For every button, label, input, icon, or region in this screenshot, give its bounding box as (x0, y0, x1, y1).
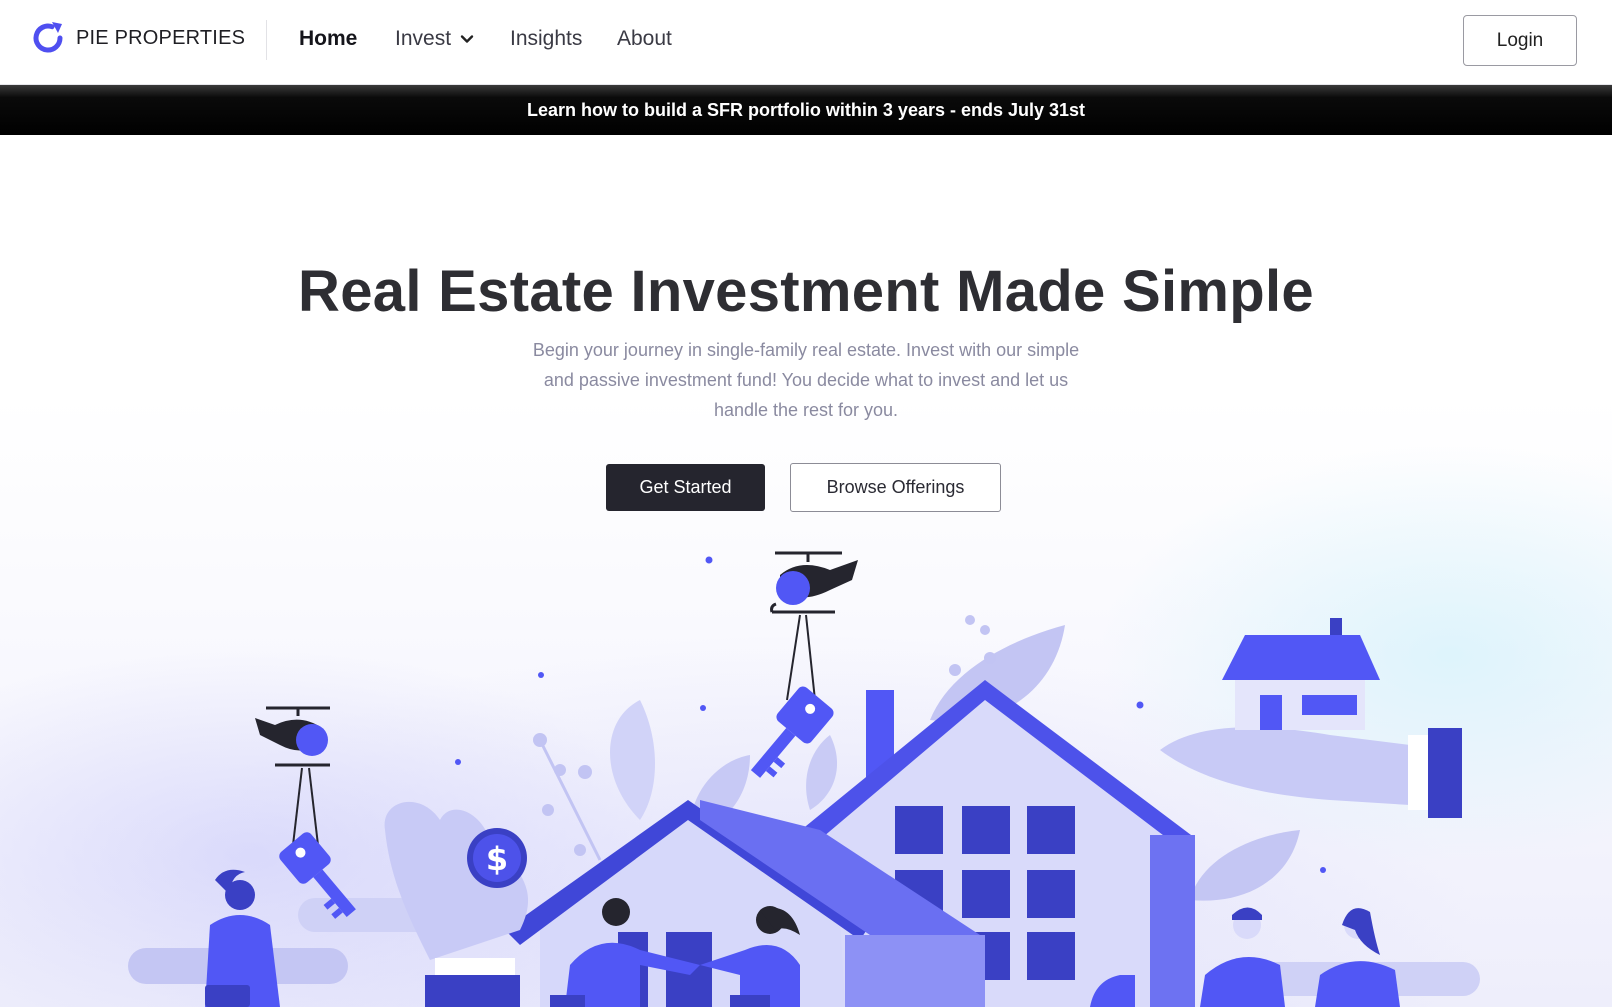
nav-about-label: About (617, 27, 672, 50)
nav-divider (266, 20, 267, 60)
chevron-down-icon (460, 35, 474, 43)
leaf-shape (1190, 830, 1300, 901)
brand-logo[interactable]: PIE PROPERTIES (30, 20, 245, 56)
svg-text:$: $ (486, 840, 508, 878)
hero-title: Real Estate Investment Made Simple (298, 259, 1314, 324)
hero-illustration: $ (128, 551, 1480, 1007)
hand-with-coin-icon: $ (384, 801, 529, 1007)
helicopter-center-icon (770, 551, 858, 701)
nav-home-label: Home (299, 27, 358, 50)
promo-banner[interactable]: Learn how to build a SFR portfolio withi… (0, 85, 1612, 135)
top-navbar: PIE PROPERTIES Home Invest Insights Abou… (0, 0, 1612, 85)
promo-banner-text: Learn how to build a SFR portfolio withi… (526, 99, 1086, 120)
nav-invest[interactable]: Invest (395, 26, 475, 52)
woman-with-briefcase-figure (205, 869, 280, 1007)
nav-insights-label: Insights (510, 27, 583, 50)
hand-with-house-icon (1160, 618, 1462, 818)
pie-logo-icon (33, 22, 63, 53)
nav-insights[interactable]: Insights (510, 26, 582, 52)
browse-offerings-button[interactable]: Browse Offerings (790, 463, 1001, 512)
get-started-button[interactable]: Get Started (606, 464, 765, 511)
man-right-figure (1200, 907, 1285, 1007)
nav-invest-label: Invest (395, 27, 452, 50)
nav-about[interactable]: About (617, 26, 672, 52)
brand-name: PIE PROPERTIES (76, 26, 246, 49)
login-button[interactable]: Login (1463, 15, 1577, 66)
woman-right-figure (1315, 908, 1400, 1007)
hero-subtitle: Begin your journey in single-family real… (532, 340, 1080, 420)
nav-home[interactable]: Home (299, 26, 357, 52)
helicopter-left-icon (255, 706, 330, 846)
